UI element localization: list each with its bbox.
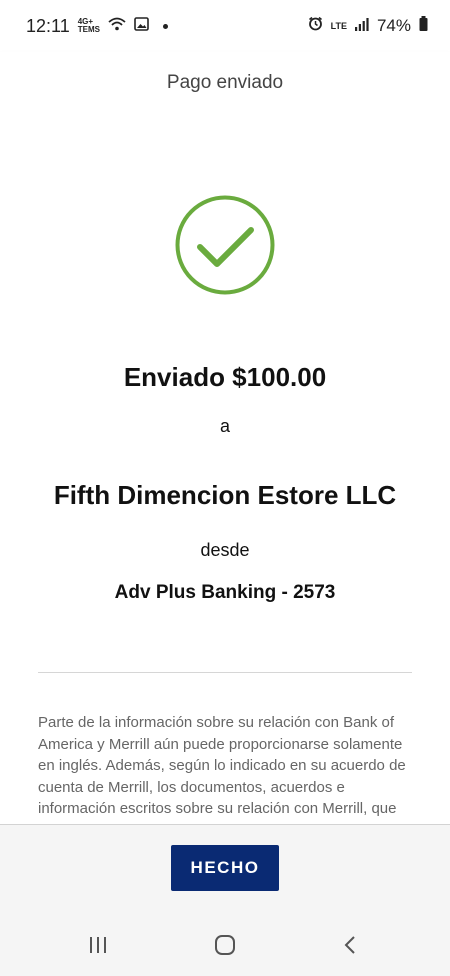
battery-icon [419,16,428,36]
status-bar: 12:11 4G+ TEMS LTE 74% [0,0,450,52]
image-icon [133,16,149,36]
to-label: a [219,416,230,436]
battery-percent: 74% [376,16,411,35]
home-icon[interactable] [210,932,240,958]
carrier-badge: 4G+ TEMS [77,17,100,34]
recent-apps-icon[interactable] [83,932,113,958]
confirmation-content[interactable]: Enviado $100.00 a Fifth Dimencion Estore… [0,114,450,824]
divider [38,672,412,673]
status-bar-left: 12:11 4G+ TEMS [26,16,168,37]
page-header: Pago enviado [0,52,450,114]
network-type: LTE [330,21,347,31]
from-label: desde [200,540,250,560]
system-nav-bar [0,914,450,976]
page-title: Pago enviado [166,72,284,93]
footer: HECHO [0,824,450,915]
success-check-icon [175,195,275,295]
status-bar-right: LTE 74% [308,16,428,36]
signal-icon [354,16,369,36]
alarm-icon [308,16,323,36]
source-account: Adv Plus Banking - 2573 [114,582,336,603]
back-icon[interactable] [335,932,365,958]
language-disclaimer: Parte de la información sobre su relació… [38,714,406,824]
wifi-icon [108,16,126,36]
status-time: 12:11 [26,15,70,36]
payee-name: Fifth Dimencion Estore LLC [53,480,397,510]
done-button[interactable]: HECHO [171,845,279,891]
sent-amount: Enviado $100.00 [123,362,327,392]
notification-dot [162,23,168,29]
